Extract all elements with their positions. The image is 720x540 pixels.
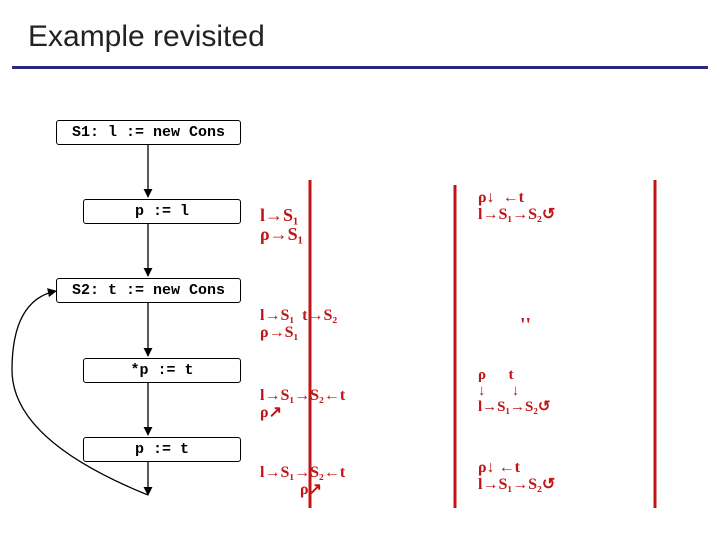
annot-col1-r1: l→S₁ ρ→S₁: [260, 206, 303, 244]
slide-title: Example revisited: [28, 20, 265, 54]
annot-col1-r4: l→S₁→S₂←t ρ↗: [260, 465, 345, 499]
stmt-box-s1: S1: l := new Cons: [56, 120, 241, 145]
stmt-box-starp-t: *p := t: [83, 358, 241, 383]
annot-col2-r0: ρ↓ ←t l→S₁→S₂↺: [478, 190, 555, 224]
stmt-box-p-l: p := l: [83, 199, 241, 224]
annot-col1-r3: l→S₁→S₂←t ρ↗: [260, 388, 345, 422]
stmt-box-p-t: p := t: [83, 437, 241, 462]
annot-col2-r4: ρ↓ ←t l→S₁→S₂↺: [478, 460, 555, 494]
annot-col2-r3: ρ t ↓ ↓ l→S₁→S₂↺: [478, 368, 550, 415]
stmt-box-s2: S2: t := new Cons: [56, 278, 241, 303]
annot-col2-r2: '': [520, 315, 531, 336]
annot-col1-r2: l→S₁ t→S₂ ρ→S₁: [260, 308, 337, 342]
title-rule: [12, 66, 708, 69]
